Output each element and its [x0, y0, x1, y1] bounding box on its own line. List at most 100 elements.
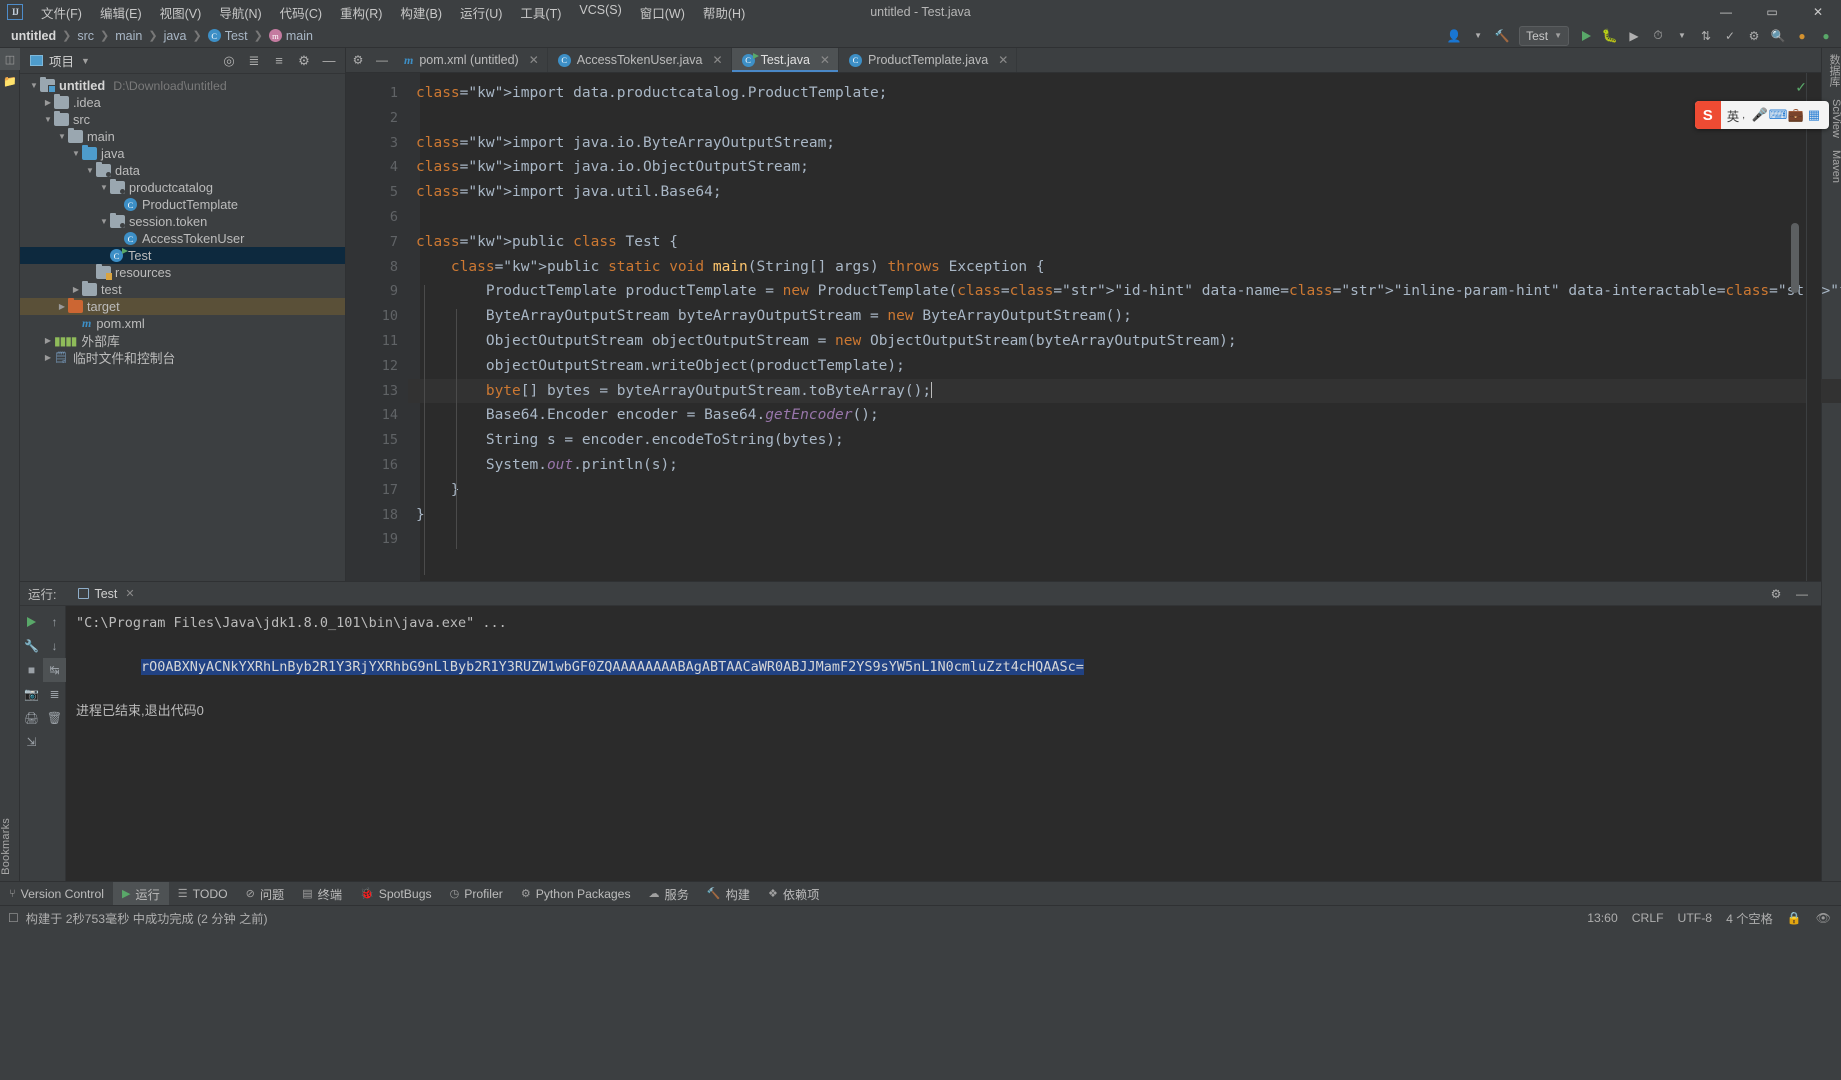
- menu-item-11[interactable]: 帮助(H): [694, 0, 754, 25]
- expand-all-icon[interactable]: ≣: [242, 50, 266, 72]
- menu-item-6[interactable]: 构建(B): [391, 0, 451, 25]
- code-line-11[interactable]: ObjectOutputStream objectOutputStream = …: [408, 329, 1841, 354]
- breadcrumb-item-main[interactable]: main: [112, 28, 145, 44]
- user-icon[interactable]: 👤: [1443, 26, 1465, 46]
- tree-node-pom-xml[interactable]: •m pom.xml: [20, 315, 345, 332]
- console-output[interactable]: "C:\Program Files\Java\jdk1.8.0_101\bin\…: [66, 606, 1821, 882]
- code-line-3[interactable]: class="kw">import java.io.ByteArrayOutpu…: [408, 131, 1841, 156]
- profiler-icon[interactable]: ⏱: [1647, 26, 1669, 46]
- bottom-tab---[interactable]: ☁ 服务: [640, 882, 698, 906]
- bottom-tab---[interactable]: ⊘ 问题: [237, 882, 294, 906]
- breadcrumb-item-Test[interactable]: C Test: [205, 28, 251, 44]
- menu-item-4[interactable]: 代码(C): [271, 0, 331, 25]
- soft-wrap-icon[interactable]: ↹: [43, 658, 66, 682]
- bookmarks-label[interactable]: Bookmarks: [0, 814, 20, 875]
- file-encoding[interactable]: UTF-8: [1678, 911, 1713, 925]
- breadcrumb-item-main[interactable]: m main: [266, 28, 316, 44]
- ime-mode-label[interactable]: 英 ,: [1721, 106, 1751, 125]
- chevron-right-icon[interactable]: ▶: [42, 353, 54, 362]
- menu-item-7[interactable]: 运行(U): [451, 0, 511, 25]
- chevron-down-icon[interactable]: ▼: [56, 132, 68, 141]
- rerun-icon[interactable]: 🔧: [20, 634, 43, 658]
- bottom-tab-Profiler[interactable]: ◷ Profiler: [441, 882, 512, 906]
- tree-node-main[interactable]: ▼ main: [20, 128, 345, 145]
- tree-node-Test[interactable]: •CTest: [20, 247, 345, 264]
- search-icon[interactable]: 🔍: [1767, 26, 1789, 46]
- chevron-down-icon[interactable]: ▼: [98, 183, 110, 192]
- tree-node-java[interactable]: ▼ java: [20, 145, 345, 162]
- tree-node-productcatalog[interactable]: ▼ productcatalog: [20, 179, 345, 196]
- editor-scrollbar[interactable]: [1791, 223, 1799, 293]
- project-icon[interactable]: ◫: [0, 48, 20, 70]
- run-icon[interactable]: [1575, 26, 1597, 46]
- run-icon[interactable]: [20, 610, 43, 634]
- tree-node-resources[interactable]: • resources: [20, 264, 345, 281]
- settings-icon[interactable]: ⚙: [1743, 26, 1765, 46]
- tree-node-src[interactable]: ▼ src: [20, 111, 345, 128]
- scroll-down-icon[interactable]: ↓: [43, 634, 66, 658]
- tree-node-AccessTokenUser[interactable]: •C AccessTokenUser: [20, 230, 345, 247]
- hide-icon[interactable]: —: [317, 50, 341, 72]
- editor-tab-pom-xml--untitled-[interactable]: m pom.xml (untitled) ✕: [394, 48, 548, 72]
- chevron-right-icon[interactable]: ▶: [42, 336, 54, 345]
- bottom-tab---[interactable]: ▶ 运行: [112, 881, 169, 906]
- code-line-15[interactable]: String s = encoder.encodeToString(bytes)…: [408, 428, 1841, 453]
- code-line-5[interactable]: class="kw">import java.util.Base64;: [408, 180, 1841, 205]
- grid-icon[interactable]: ▦: [1805, 106, 1823, 124]
- git-commit-icon[interactable]: ✓: [1719, 26, 1741, 46]
- code-line-17[interactable]: }: [408, 478, 1841, 503]
- code-line-10[interactable]: ByteArrayOutputStream byteArrayOutputStr…: [408, 304, 1841, 329]
- code-line-19[interactable]: [408, 527, 1841, 552]
- line-separator[interactable]: CRLF: [1632, 911, 1664, 925]
- chevron-down-icon[interactable]: ▼: [42, 115, 54, 124]
- mic-icon[interactable]: 🎤: [1751, 106, 1769, 124]
- tree-node----[interactable]: ▶ ▮▮▮▮ 外部库: [20, 332, 345, 350]
- git-update-icon[interactable]: ⇅: [1695, 26, 1717, 46]
- close-icon[interactable]: ✕: [998, 53, 1008, 67]
- filter-icon[interactable]: ≣: [43, 682, 66, 706]
- bottom-tab-SpotBugs[interactable]: 🐞 SpotBugs: [351, 882, 441, 906]
- hide-icon[interactable]: —: [1791, 584, 1813, 604]
- inspection-ok-icon[interactable]: ✓: [1795, 79, 1807, 96]
- code-line-13[interactable]: byte[] bytes = byteArrayOutputStream.toB…: [408, 378, 1841, 404]
- chevron-right-icon[interactable]: ▶: [56, 302, 68, 311]
- scroll-up-icon[interactable]: ↑: [43, 610, 66, 634]
- lock-icon[interactable]: 🔒: [1787, 911, 1802, 925]
- coverage-icon[interactable]: ▶: [1623, 26, 1645, 46]
- toolbox-icon[interactable]: 💼: [1787, 106, 1805, 124]
- console-selected-text[interactable]: rO0ABXNyACNkYXRhLnByb2R1Y3RjYXRhbG9nLlBy…: [141, 659, 1084, 675]
- tree-node-data[interactable]: ▼ data: [20, 162, 345, 179]
- code-line-1[interactable]: class="kw">import data.productcatalog.Pr…: [408, 81, 1841, 106]
- export-icon[interactable]: ⇲: [20, 730, 43, 754]
- code-line-12[interactable]: objectOutputStream.writeObject(productTe…: [408, 354, 1841, 379]
- chevron-down-icon[interactable]: ▼: [28, 81, 40, 90]
- gear-icon[interactable]: ⚙: [292, 50, 316, 72]
- code-line-9[interactable]: ProductTemplate productTemplate = new Pr…: [408, 279, 1841, 304]
- tree-node---------[interactable]: ▶ 🗒 临时文件和控制台: [20, 349, 345, 366]
- menu-item-0[interactable]: 文件(F): [32, 0, 91, 25]
- tree-node--idea[interactable]: ▶ .idea: [20, 94, 345, 111]
- locate-icon[interactable]: ◎: [217, 50, 241, 72]
- tree-node-target[interactable]: ▶ target: [20, 298, 345, 315]
- menu-item-5[interactable]: 重构(R): [331, 0, 391, 25]
- bottom-tab----[interactable]: ❖ 依赖项: [759, 882, 828, 906]
- account-icon[interactable]: ●: [1815, 26, 1837, 46]
- collapse-all-icon[interactable]: ≡: [267, 50, 291, 72]
- code-line-6[interactable]: [408, 205, 1841, 230]
- camera-icon[interactable]: 📷: [20, 682, 43, 706]
- breadcrumb-item-java[interactable]: java: [161, 28, 190, 44]
- chevron-down-icon[interactable]: ▼: [70, 149, 82, 158]
- tree-node-test[interactable]: ▶ test: [20, 281, 345, 298]
- menu-item-9[interactable]: VCS(S): [570, 0, 630, 25]
- inspection-level-icon[interactable]: 👁: [1816, 911, 1831, 925]
- maximize-button[interactable]: ▭: [1749, 0, 1795, 24]
- run-configuration-selector[interactable]: Test ▼: [1519, 25, 1569, 46]
- bottom-tab---[interactable]: 🔨 构建: [698, 882, 759, 906]
- minimize-button[interactable]: —: [1703, 0, 1749, 24]
- bottom-tab-Version-Control[interactable]: ⑂ Version Control: [0, 882, 113, 906]
- caret-position[interactable]: 13:60: [1587, 911, 1618, 925]
- tree-node-session-token[interactable]: ▼ session.token: [20, 213, 345, 230]
- menu-item-8[interactable]: 工具(T): [511, 0, 570, 25]
- menu-item-10[interactable]: 窗口(W): [631, 0, 694, 25]
- chevron-down-icon[interactable]: ▼: [81, 56, 90, 66]
